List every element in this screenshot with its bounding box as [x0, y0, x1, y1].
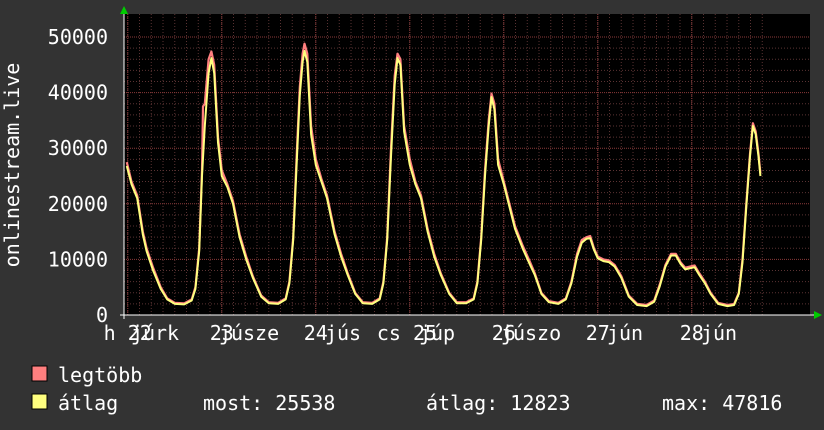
- x-tick-label: jús: [325, 321, 361, 345]
- x-tick-label: jún: [701, 321, 737, 345]
- stat-max: max: 47816: [662, 391, 782, 415]
- y-tick-label: 30000: [48, 136, 108, 160]
- y-tick-label: 10000: [48, 247, 108, 271]
- stat-now: most: 25538: [203, 391, 335, 415]
- legend-swatch-max: [31, 365, 48, 382]
- stat-average: átlag: 12823: [426, 391, 571, 415]
- x-tick-label: jún: [607, 321, 643, 345]
- x-tick-label: júszo: [501, 321, 561, 345]
- y-tick-label: 50000: [48, 25, 108, 49]
- y-tick-label: 20000: [48, 192, 108, 216]
- legend-swatch-avg: [31, 393, 48, 410]
- y-axis-title: onlinestream.live: [0, 63, 24, 268]
- chart-root: 0 10000 20000 30000 40000 50000 h 22 júrk 23 jús…: [0, 0, 824, 430]
- x-tick-label: júp: [419, 321, 455, 345]
- legend-label-max: legtöbb: [58, 363, 142, 387]
- traffic-chart: 01000020000300004000050000 h 22júrk 23jús…: [0, 0, 824, 430]
- x-tick-label: júsze: [219, 321, 279, 345]
- legend-label-avg: átlag: [58, 391, 118, 415]
- y-tick-label: 40000: [48, 81, 108, 105]
- x-tick-label: júrk: [131, 321, 179, 345]
